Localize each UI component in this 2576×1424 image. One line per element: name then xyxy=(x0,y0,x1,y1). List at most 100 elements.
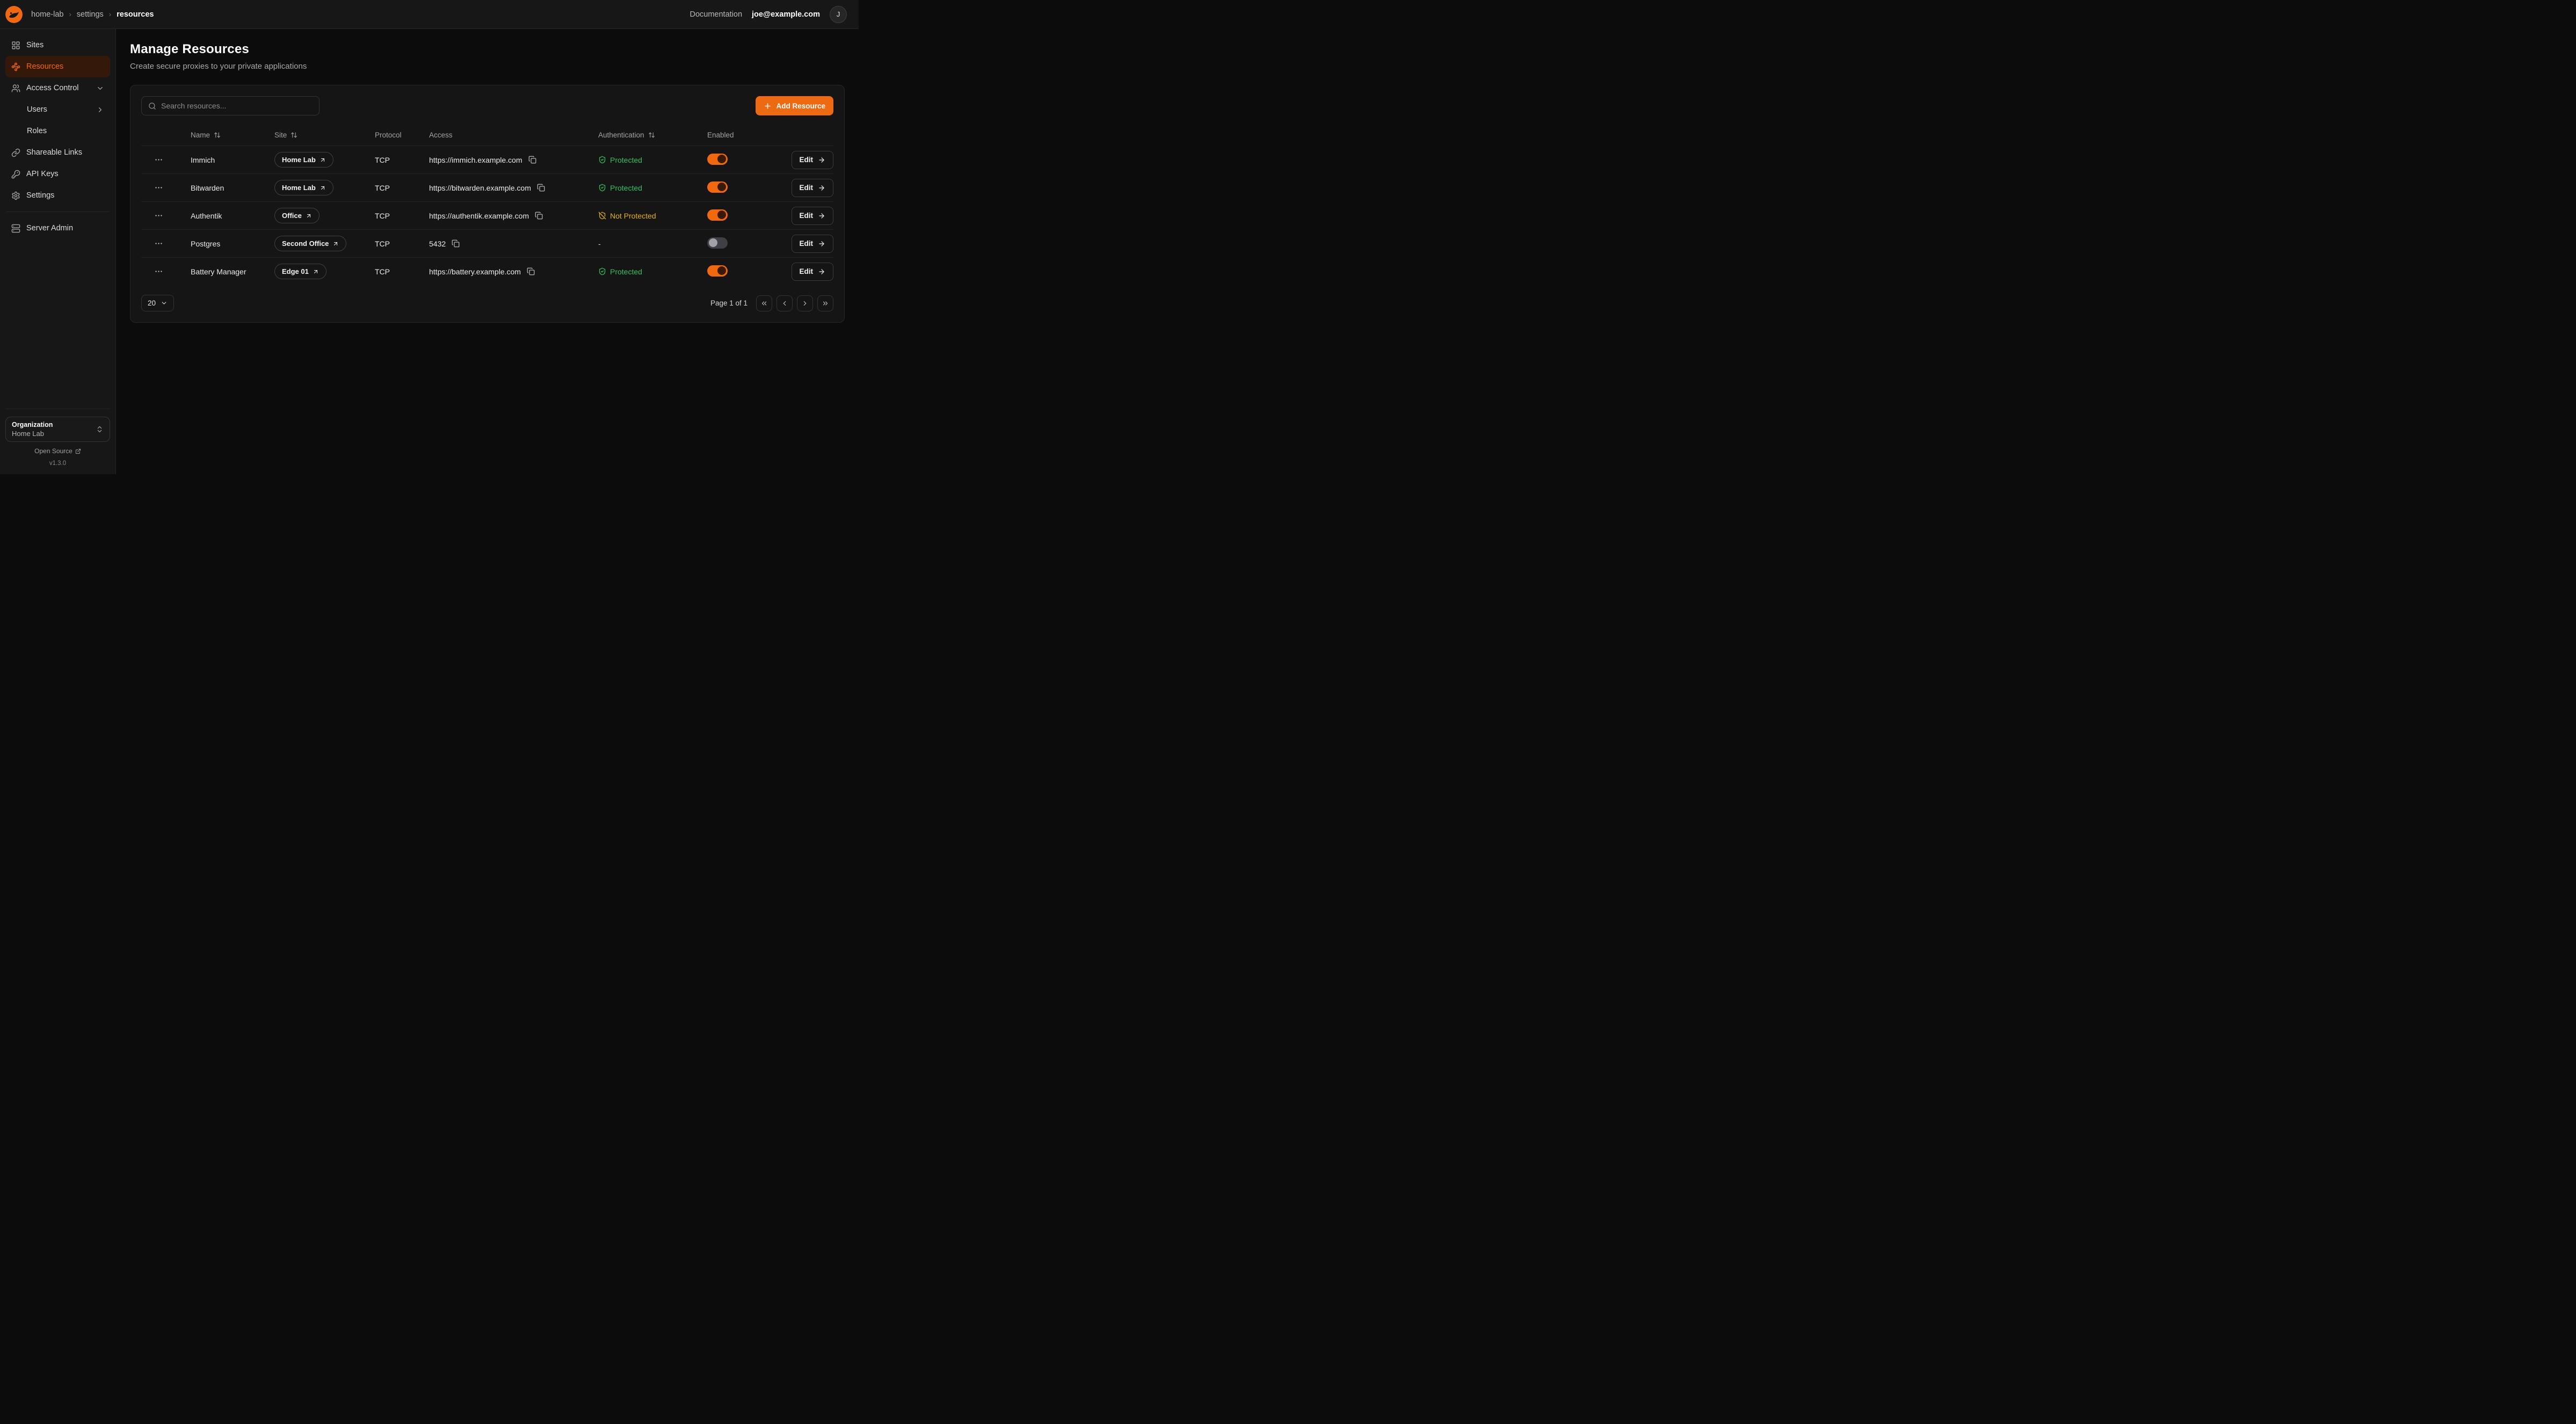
copy-icon[interactable] xyxy=(451,238,461,249)
sidebar-bottom: Organization Home Lab Open Source v1.3.0 xyxy=(5,409,110,469)
protocol: TCP xyxy=(375,156,429,164)
organization-selector[interactable]: Organization Home Lab xyxy=(5,417,110,442)
enabled-toggle[interactable] xyxy=(707,237,728,249)
copy-icon[interactable] xyxy=(526,266,536,277)
external-link-icon xyxy=(75,448,81,454)
edit-button[interactable]: Edit xyxy=(792,235,834,253)
copy-icon[interactable] xyxy=(534,210,544,221)
resource-name: Postgres xyxy=(191,239,274,248)
site-link[interactable]: Second Office xyxy=(274,236,346,251)
access-url: https://battery.example.com xyxy=(429,267,521,276)
add-resource-label: Add Resource xyxy=(776,102,825,110)
topbar: home-lab › settings › resources Document… xyxy=(0,0,859,29)
sidebar-item-resources[interactable]: Resources xyxy=(5,56,110,77)
sidebar-item-shareable-links[interactable]: Shareable Links xyxy=(5,142,110,163)
sidebar-item-label: Users xyxy=(27,105,47,114)
sidebar-item-label: Server Admin xyxy=(26,224,73,233)
breadcrumb-separator-icon: › xyxy=(69,10,71,18)
auth-status: Protected xyxy=(598,184,707,192)
documentation-link[interactable]: Documentation xyxy=(690,10,743,19)
arrow-up-right-icon xyxy=(320,157,326,163)
row-menu-button[interactable] xyxy=(152,265,165,278)
sidebar-item-label: API Keys xyxy=(26,170,59,178)
enabled-toggle[interactable] xyxy=(707,154,728,165)
shield-check-icon xyxy=(598,267,606,275)
row-menu-button[interactable] xyxy=(152,209,165,222)
breadcrumb-current: resources xyxy=(117,10,154,19)
enabled-toggle[interactable] xyxy=(707,265,728,277)
app-logo-icon[interactable] xyxy=(5,6,23,23)
sidebar-item-server-admin[interactable]: Server Admin xyxy=(5,217,110,239)
breadcrumb-org[interactable]: home-lab xyxy=(31,10,63,19)
last-page-button[interactable] xyxy=(817,295,833,311)
first-page-button[interactable] xyxy=(756,295,772,311)
site-link[interactable]: Home Lab xyxy=(274,152,333,168)
access-url: https://immich.example.com xyxy=(429,156,523,164)
sidebar: Sites Resources Access Control Users Rol… xyxy=(0,29,116,474)
enabled-toggle[interactable] xyxy=(707,181,728,193)
table-footer: 20 Page 1 of 1 xyxy=(141,295,833,311)
page-subtitle: Create secure proxies to your private ap… xyxy=(130,62,845,71)
site-name: Home Lab xyxy=(282,184,316,192)
table-row: Authentik Office TCP https://authentik.e… xyxy=(141,201,833,229)
site-link[interactable]: Home Lab xyxy=(274,180,333,195)
row-menu-button[interactable] xyxy=(152,181,165,194)
arrow-up-right-icon xyxy=(313,268,319,275)
site-name: Second Office xyxy=(282,239,329,248)
organization-label: Organization xyxy=(12,421,53,428)
sort-authentication-icon[interactable] xyxy=(648,132,655,139)
sidebar-item-settings[interactable]: Settings xyxy=(5,185,110,206)
resource-name: Authentik xyxy=(191,212,274,220)
chevron-down-icon xyxy=(96,84,104,92)
sidebar-item-label: Settings xyxy=(26,191,54,200)
copy-icon[interactable] xyxy=(527,155,538,165)
copy-icon[interactable] xyxy=(536,183,546,193)
edit-button[interactable]: Edit xyxy=(792,263,834,281)
sidebar-item-access-control[interactable]: Access Control xyxy=(5,77,110,99)
sidebar-item-api-keys[interactable]: API Keys xyxy=(5,163,110,185)
toggle-knob xyxy=(717,155,726,163)
edit-button[interactable]: Edit xyxy=(792,179,834,197)
sort-name-icon[interactable] xyxy=(214,132,221,139)
protocol: TCP xyxy=(375,239,429,248)
row-menu-button[interactable] xyxy=(152,237,165,250)
site-link[interactable]: Edge 01 xyxy=(274,264,326,279)
auth-status: Protected xyxy=(598,267,707,276)
breadcrumb-settings[interactable]: settings xyxy=(77,10,104,19)
arrow-up-right-icon xyxy=(306,213,312,219)
toggle-knob xyxy=(717,210,726,219)
header-name: Name xyxy=(191,131,274,139)
sort-site-icon[interactable] xyxy=(291,132,297,139)
toggle-knob xyxy=(717,183,726,191)
header-protocol: Protocol xyxy=(375,131,429,139)
ellipsis-icon xyxy=(154,267,163,276)
auth-status: Not Protected xyxy=(598,212,707,220)
breadcrumb: home-lab › settings › resources xyxy=(31,10,154,19)
shield-off-icon xyxy=(598,212,606,220)
avatar[interactable]: J xyxy=(830,6,847,23)
sidebar-item-roles[interactable]: Roles xyxy=(5,120,110,142)
next-page-button[interactable] xyxy=(797,295,813,311)
app-version: v1.3.0 xyxy=(5,460,110,467)
open-source-link[interactable]: Open Source xyxy=(5,447,110,455)
auth-status: Protected xyxy=(598,156,707,164)
page-size-select[interactable]: 20 xyxy=(141,295,174,311)
row-menu-button[interactable] xyxy=(152,153,165,166)
arrow-right-icon xyxy=(818,156,825,164)
arrow-up-right-icon xyxy=(320,185,326,191)
search-input[interactable] xyxy=(161,101,313,110)
topbar-right: Documentation joe@example.com J xyxy=(690,6,847,23)
arrow-right-icon xyxy=(818,268,825,275)
grid-icon xyxy=(11,41,20,50)
sidebar-item-sites[interactable]: Sites xyxy=(5,34,110,56)
add-resource-button[interactable]: Add Resource xyxy=(756,96,833,115)
enabled-toggle[interactable] xyxy=(707,209,728,221)
site-link[interactable]: Office xyxy=(274,208,320,223)
access-url: https://authentik.example.com xyxy=(429,212,529,220)
plus-icon xyxy=(764,102,772,110)
access-url: https://bitwarden.example.com xyxy=(429,184,531,192)
edit-button[interactable]: Edit xyxy=(792,207,834,225)
sidebar-item-users[interactable]: Users xyxy=(5,99,110,120)
edit-button[interactable]: Edit xyxy=(792,151,834,169)
prev-page-button[interactable] xyxy=(777,295,793,311)
